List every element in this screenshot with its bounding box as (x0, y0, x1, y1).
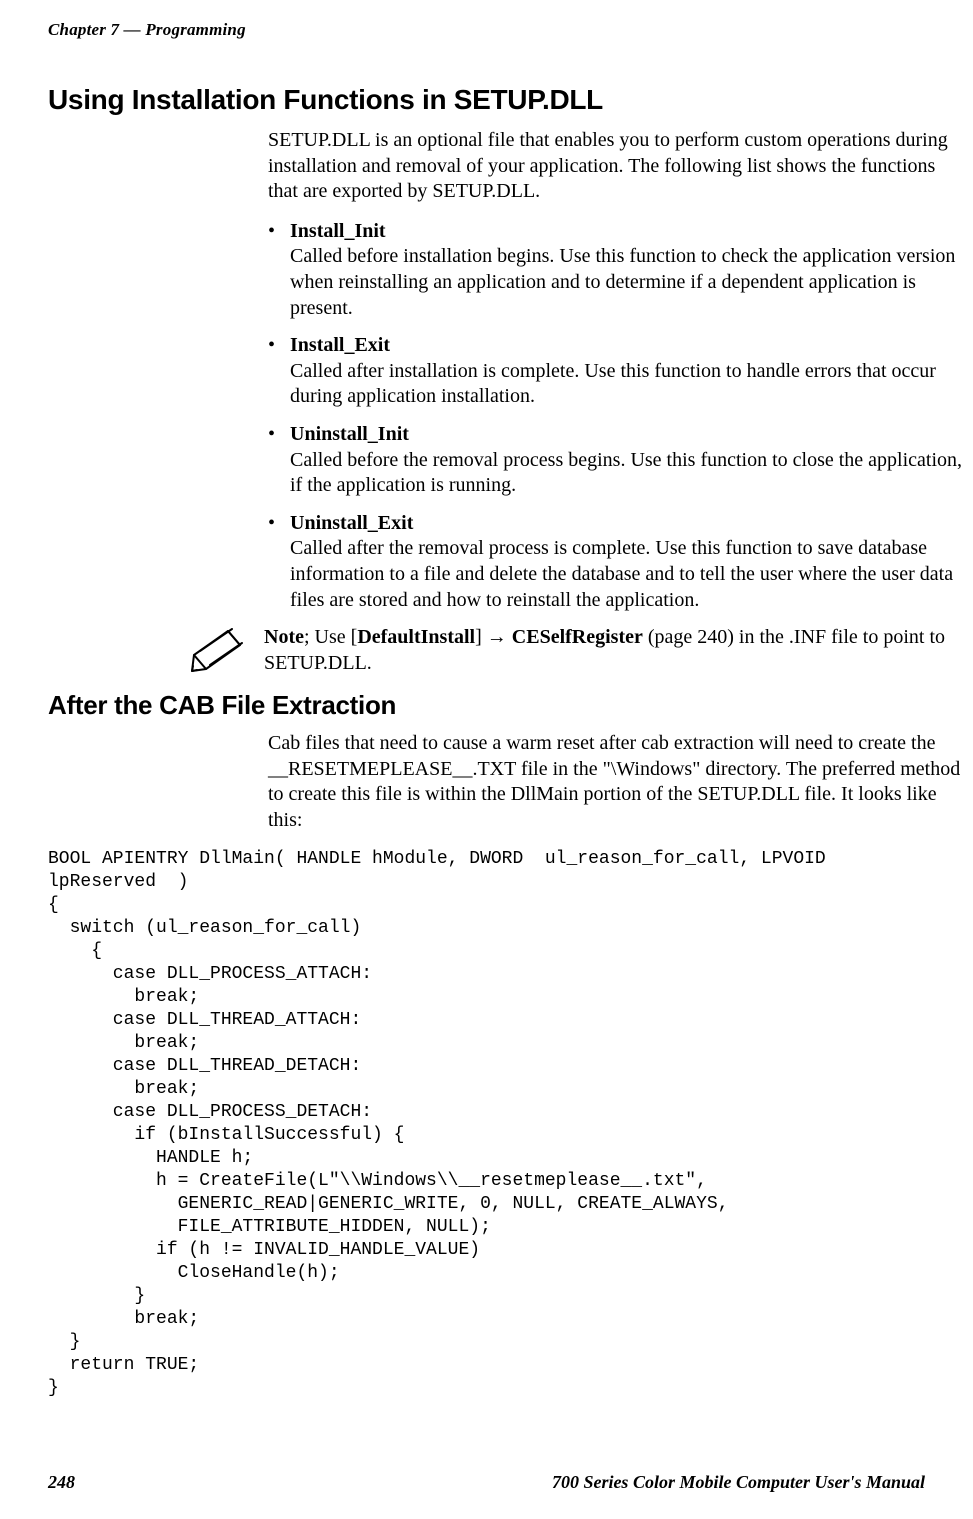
note-mid: ] (475, 626, 487, 648)
footer-title: 700 Series Color Mobile Computer User's … (552, 1472, 925, 1493)
note-callout: Note; Use [DefaultInstall] → CESelfRegis… (188, 625, 968, 676)
heading-using-installation-functions: Using Installation Functions in SETUP.DL… (48, 84, 925, 116)
list-item: Uninstall_Exit Called after the removal … (268, 511, 968, 613)
page: Chapter 7 — Programming Using Installati… (0, 0, 973, 1519)
body-column: SETUP.DLL is an optional file that enabl… (268, 128, 968, 613)
page-footer: 248 700 Series Color Mobile Computer Use… (48, 1472, 925, 1493)
note-lead: Note (264, 626, 304, 648)
heading-after-cab-extraction: After the CAB File Extraction (48, 690, 925, 721)
list-item: Uninstall_Init Called before the removal… (268, 422, 968, 499)
bullet-title: Install_Exit (290, 334, 390, 356)
note-ceself: CESelfRegister (512, 626, 643, 648)
note-defaultinstall: DefaultInstall (357, 626, 475, 648)
bullet-desc: Called after the removal process is comp… (290, 537, 953, 610)
intro-paragraph: SETUP.DLL is an optional file that enabl… (268, 128, 968, 205)
list-item: Install_Exit Called after installation i… (268, 333, 968, 410)
list-item: Install_Init Called before installation … (268, 219, 968, 321)
bullet-desc: Called before the removal process begins… (290, 449, 962, 497)
page-number: 248 (48, 1472, 75, 1493)
bullet-title: Install_Init (290, 220, 386, 242)
arrow-icon: → (487, 626, 507, 648)
bullet-title: Uninstall_Init (290, 423, 409, 445)
body-column-2: Cab files that need to cause a warm rese… (268, 731, 968, 833)
after-paragraph: Cab files that need to cause a warm rese… (268, 731, 968, 833)
chapter-section: Programming (145, 20, 245, 39)
header-separator: — (119, 20, 145, 39)
bullet-title: Uninstall_Exit (290, 512, 413, 534)
note-icon (188, 625, 246, 673)
note-text: Note; Use [DefaultInstall] → CESelfRegis… (264, 625, 968, 676)
note-sep: ; Use [ (304, 626, 357, 648)
bullet-desc: Called before installation begins. Use t… (290, 245, 955, 318)
chapter-label: Chapter 7 (48, 20, 119, 39)
running-header: Chapter 7 — Programming (48, 20, 925, 40)
code-block: BOOL APIENTRY DllMain( HANDLE hModule, D… (48, 848, 925, 1401)
function-list: Install_Init Called before installation … (268, 219, 968, 613)
bullet-desc: Called after installation is complete. U… (290, 360, 936, 408)
